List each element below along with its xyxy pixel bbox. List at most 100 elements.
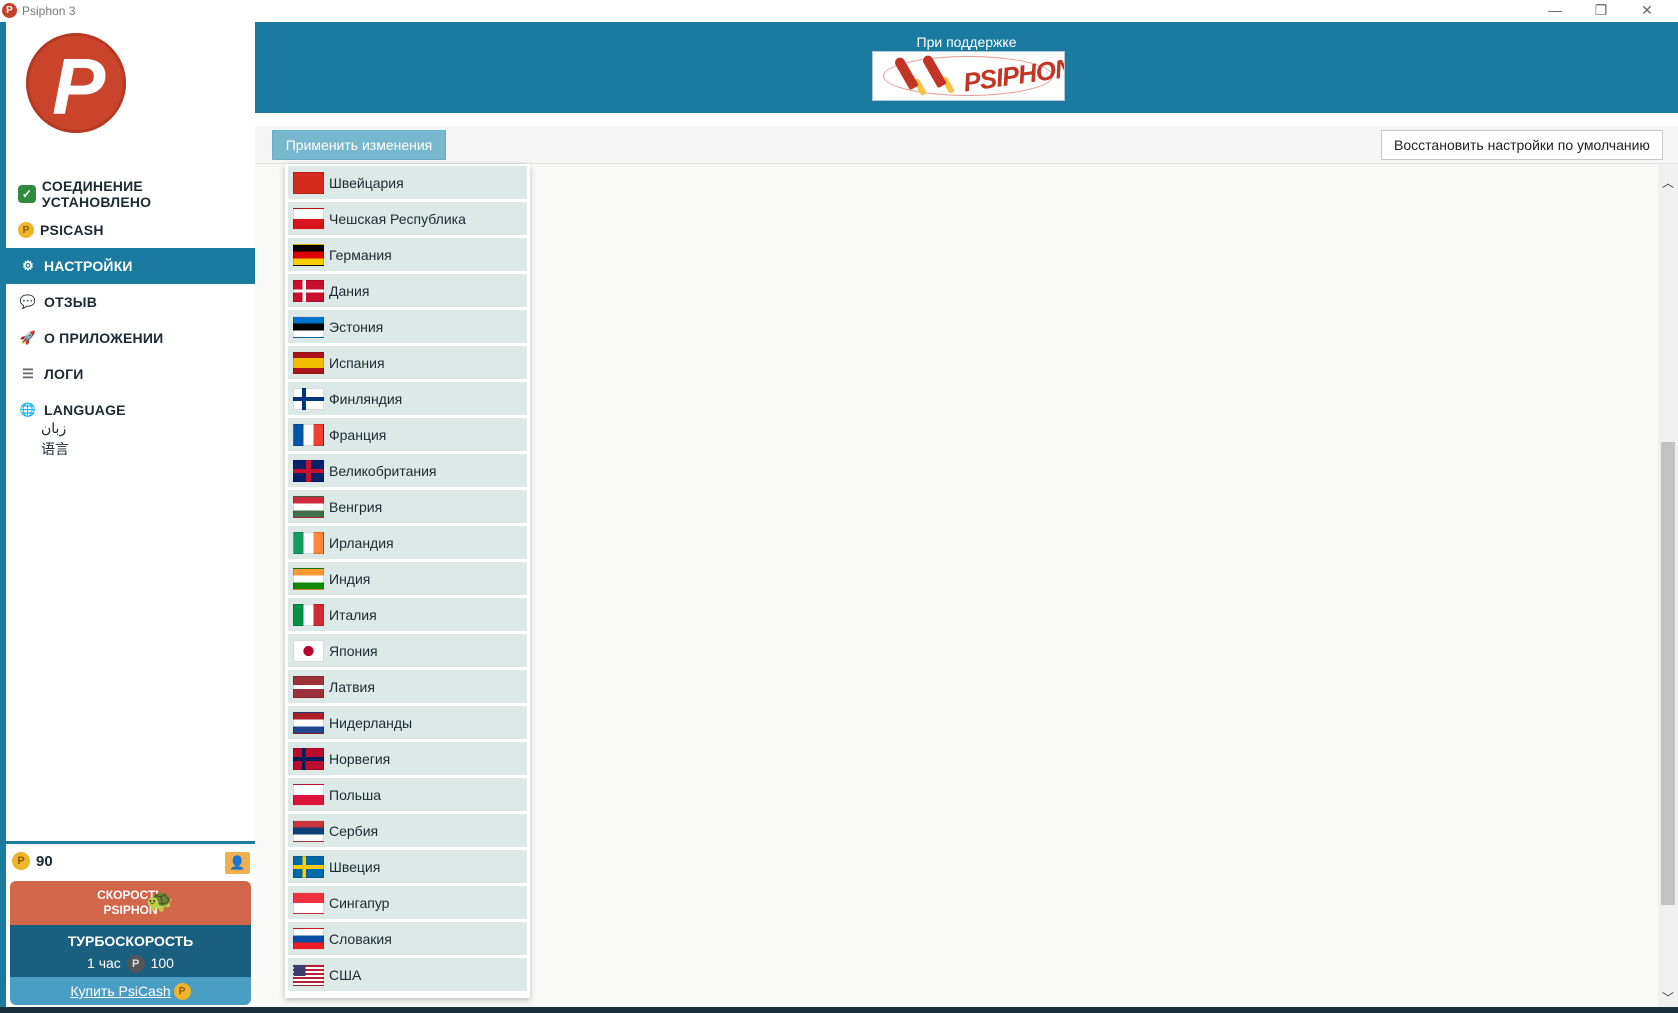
scrollbar[interactable]: ︿ ﹀ [1658, 164, 1678, 1007]
apply-changes-button[interactable]: Применить изменения [272, 130, 446, 160]
country-name: Латвия [329, 678, 375, 695]
sponsor-logo[interactable]: PSIPHON [872, 51, 1065, 101]
language-alt-persian[interactable]: زبان [41, 420, 66, 437]
list-icon: ☰ [22, 366, 34, 381]
buy-psicash-link[interactable]: Купить PsiCash [70, 983, 170, 999]
country-item-se[interactable]: Швеция [288, 850, 527, 883]
account-button[interactable]: 👤 [225, 852, 250, 874]
flag-de-icon [293, 243, 324, 266]
country-item-ee[interactable]: Эстония [288, 310, 527, 343]
country-name: Дания [329, 282, 370, 299]
country-item-pl[interactable]: Польша [288, 778, 527, 811]
country-name: Франция [329, 426, 387, 443]
speed-line1: СКОРОСТЬ [97, 888, 164, 902]
turbo-title: ТУРБОСКОРОСТЬ [67, 933, 194, 949]
country-item-it[interactable]: Италия [288, 598, 527, 631]
turbo-speed-button[interactable]: ТУРБОСКОРОСТЬ 1 час P 100 [10, 925, 251, 977]
sidebar-item-label: О ПРИЛОЖЕНИИ [44, 330, 164, 346]
sidebar-item-about[interactable]: 🚀 О ПРИЛОЖЕНИИ [6, 320, 255, 356]
language-alt-chinese[interactable]: 语言 [41, 439, 69, 459]
psicash-coin-icon: P [126, 955, 145, 974]
sidebar-item-logs[interactable]: ☰ ЛОГИ [6, 356, 255, 392]
country-name: Сербия [329, 822, 379, 839]
scroll-up-arrow-icon[interactable]: ︿ [1658, 174, 1678, 191]
flag-lv-icon [293, 675, 324, 698]
psicash-coin-icon: P [12, 852, 30, 870]
country-item-de[interactable]: Германия [288, 238, 527, 271]
flag-jp-icon [293, 639, 324, 662]
check-icon: ✓ [18, 185, 36, 203]
minimize-button[interactable]: — [1532, 0, 1578, 22]
country-item-jp[interactable]: Япония [288, 634, 527, 667]
sidebar-item-feedback[interactable]: 💬 ОТЗЫВ [6, 284, 255, 320]
sponsor-label: При поддержке [916, 34, 1017, 50]
flag-rs-icon [293, 819, 324, 842]
turtle-icon: 🐢 [146, 888, 174, 913]
globe-icon: 🌐 [19, 402, 37, 417]
psiphon-app-icon: P [2, 3, 17, 18]
sidebar-item-label: ОТЗЫВ [44, 294, 98, 310]
country-item-gb[interactable]: Великобритания [288, 454, 527, 487]
country-name: Венгрия [329, 498, 383, 515]
buy-psicash-panel: Купить PsiCash P [10, 977, 251, 1005]
chat-bubble-icon: 💬 [19, 294, 37, 309]
country-name: Великобритания [329, 462, 437, 479]
scroll-down-arrow-icon[interactable]: ﹀ [1658, 989, 1678, 1006]
rocket-icon: 🚀 [19, 330, 37, 345]
psicash-coin-icon: P [18, 222, 34, 238]
country-name: Ирландия [329, 534, 394, 551]
country-item-fr[interactable]: Франция [288, 418, 527, 451]
turbo-offer: 1 час P 100 [10, 955, 251, 974]
country-name: Нидерланды [329, 714, 413, 731]
country-name: Швеция [329, 858, 381, 875]
window-bottom-edge [0, 1007, 1678, 1013]
scroll-thumb[interactable] [1661, 442, 1675, 905]
country-item-no[interactable]: Норвегия [288, 742, 527, 775]
country-item-in[interactable]: Индия [288, 562, 527, 595]
country-item-sg[interactable]: Сингапур [288, 886, 527, 919]
flag-fi-icon [293, 387, 324, 410]
restore-button[interactable]: ❐ [1578, 0, 1624, 22]
psicash-separator [6, 841, 255, 844]
country-item-hu[interactable]: Венгрия [288, 490, 527, 523]
flag-nl-icon [293, 711, 324, 734]
country-name: Сингапур [329, 894, 390, 911]
country-item-es[interactable]: Испания [288, 346, 527, 379]
sidebar-item-label: НАСТРОЙКИ [44, 258, 133, 274]
flag-in-icon [293, 567, 324, 590]
flag-sg-icon [293, 891, 324, 914]
flag-fr-icon [293, 423, 324, 446]
country-item-sk[interactable]: Словакия [288, 922, 527, 955]
sidebar-item-settings[interactable]: ⚙ НАСТРОЙКИ [6, 248, 255, 284]
country-name: Япония [329, 642, 378, 659]
sidebar-item-label: PSICASH [40, 222, 104, 238]
flag-pl-icon [293, 783, 324, 806]
country-name: Словакия [329, 930, 392, 947]
flag-cz-icon [293, 207, 324, 230]
country-item-dk[interactable]: Дания [288, 274, 527, 307]
country-item-rs[interactable]: Сербия [288, 814, 527, 847]
country-name: Испания [329, 354, 385, 371]
settings-toolbar: Применить изменения Восстановить настрой… [255, 126, 1678, 164]
country-item-nl[interactable]: Нидерланды [288, 706, 527, 739]
country-name: Эстония [329, 318, 384, 335]
logo-letter: P [52, 42, 106, 131]
sidebar-item-psicash[interactable]: P PSICASH [6, 212, 255, 248]
speed-psiphon-panel: СКОРОСТЬ PSIPHON [10, 881, 251, 925]
country-item-us[interactable]: США [288, 958, 527, 991]
flag-hu-icon [293, 495, 324, 518]
country-item-cz[interactable]: Чешская Республика [288, 202, 527, 235]
close-button[interactable]: ✕ [1624, 0, 1670, 22]
country-item-ch[interactable]: Швейцария [288, 166, 527, 199]
country-name: Индия [329, 570, 371, 587]
flag-ee-icon [293, 315, 324, 338]
restore-defaults-button[interactable]: Восстановить настройки по умолчанию [1381, 130, 1663, 160]
country-item-ie[interactable]: Ирландия [288, 526, 527, 559]
window-titlebar: P Psiphon 3 — ❐ ✕ [0, 0, 1678, 22]
flag-dk-icon [293, 279, 324, 302]
sidebar-item-label: СОЕДИНЕНИЕ УСТАНОВЛЕНО [41, 178, 152, 210]
country-item-fi[interactable]: Финляндия [288, 382, 527, 415]
country-item-lv[interactable]: Латвия [288, 670, 527, 703]
sidebar-item-connection[interactable]: ✓ СОЕДИНЕНИЕ УСТАНОВЛЕНО [6, 176, 255, 212]
region-dropdown-list[interactable]: Швейцария Чешская Республика Германия Дания… [285, 164, 530, 998]
